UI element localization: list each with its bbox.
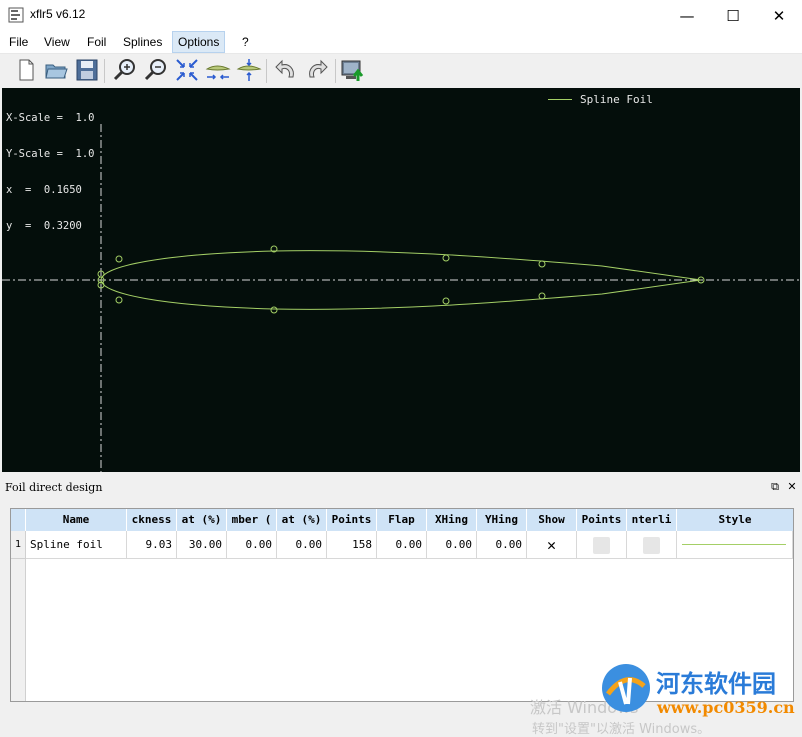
cell-xhinge[interactable]: 0.00 [427,531,477,559]
zoom-out-icon[interactable] [143,57,169,83]
toolbar-separator [335,59,336,83]
cell-name[interactable]: Spline foil [26,531,127,559]
header-points[interactable]: Points [327,509,377,531]
header-style[interactable]: Style [677,509,793,531]
control-point[interactable] [442,297,450,305]
header-centerline[interactable]: nterli [627,509,677,531]
control-point[interactable] [270,306,278,314]
maximize-button[interactable]: ☐ [710,0,756,31]
menu-help[interactable]: ? [237,31,254,53]
activate-windows-hint: 转到"设置"以激活 Windows。 [532,722,711,737]
control-point[interactable] [115,255,123,263]
header-yhinge[interactable]: YHing [477,509,527,531]
menu-file[interactable]: File [4,31,33,53]
panel-title: Foil direct design [5,481,103,494]
corner-header [11,509,26,531]
cell-flap[interactable]: 0.00 [377,531,427,559]
foil-lower-surface [100,279,702,310]
open-folder-icon[interactable] [43,57,69,83]
site-logo-icon [602,664,650,712]
export-icon[interactable] [340,57,366,83]
zoom-in-icon[interactable] [112,57,138,83]
toolbar-separator [266,59,267,83]
window-title: xflr5 v6.12 [30,7,86,21]
header-camber-at[interactable]: at (%) [277,509,327,531]
cell-yhinge[interactable]: 0.00 [477,531,527,559]
foil-canvas[interactable]: X-Scale = 1.0 Y-Scale = 1.0 x = 0.1650 y… [2,88,800,472]
cell-centerline[interactable] [627,531,677,559]
toolbar-separator [104,59,105,83]
save-icon[interactable] [74,57,100,83]
undo-icon[interactable] [273,57,299,83]
minimize-button[interactable]: — [664,0,710,31]
header-thickness[interactable]: ckness [127,509,177,531]
site-url-watermark: www.pc0359.cn [657,698,795,717]
title-bar: xflr5 v6.12 — ☐ ✕ [0,0,802,31]
reset-y-scale-icon[interactable] [236,57,262,83]
foil-upper-surface [100,250,702,281]
toolbar [0,54,802,87]
close-button[interactable]: ✕ [756,0,802,31]
show-checkbox-checked[interactable]: ✕ [527,531,576,558]
header-thickness-at[interactable]: at (%) [177,509,227,531]
show-points-checkbox[interactable] [593,537,610,554]
cell-style[interactable] [677,531,793,559]
cell-show[interactable]: ✕ [527,531,577,559]
control-point[interactable] [115,296,123,304]
cell-thickness[interactable]: 9.03 [127,531,177,559]
menu-splines[interactable]: Splines [118,31,167,53]
menu-options[interactable]: Options [172,31,226,53]
header-camber[interactable]: mber ( [227,509,277,531]
menu-view[interactable]: View [39,31,75,53]
header-show-points[interactable]: Points [577,509,627,531]
site-brand-watermark: 河东软件园 [656,669,776,698]
close-panel-icon[interactable]: ✕ [785,480,799,494]
reset-x-scale-icon[interactable] [205,57,231,83]
reset-view-icon[interactable] [174,57,200,83]
foil-plot [2,124,800,472]
centerline-checkbox[interactable] [643,537,660,554]
float-panel-icon[interactable]: ⧉ [768,480,782,494]
xflr5-app-icon [8,7,24,23]
header-show[interactable]: Show [527,509,577,531]
control-point[interactable] [538,260,546,268]
cell-camber[interactable]: 0.00 [227,531,277,559]
header-flap[interactable]: Flap [377,509,427,531]
control-point[interactable] [538,292,546,300]
cell-camber-at[interactable]: 0.00 [277,531,327,559]
cell-thickness-at[interactable]: 30.00 [177,531,227,559]
control-point[interactable] [442,254,450,262]
row-number[interactable]: 1 [11,531,25,559]
redo-icon[interactable] [304,57,330,83]
menu-foil[interactable]: Foil [82,31,111,53]
new-file-icon[interactable] [13,57,39,83]
cell-show-points[interactable] [577,531,627,559]
style-line-sample [682,544,786,545]
cell-points[interactable]: 158 [327,531,377,559]
header-name[interactable]: Name [26,509,127,531]
menu-bar: File View Foil Splines Options ? [0,31,802,54]
header-xhinge[interactable]: XHing [427,509,477,531]
